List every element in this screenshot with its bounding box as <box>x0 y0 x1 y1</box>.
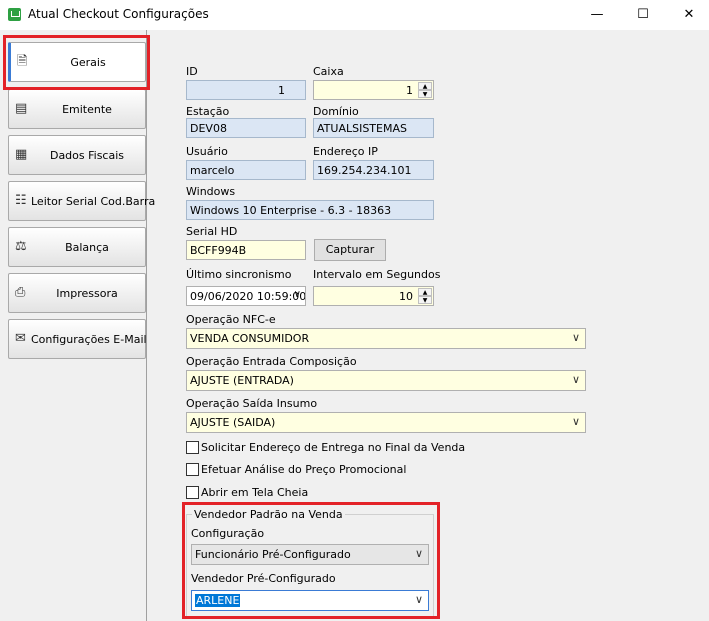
estacao-label: Estação <box>186 105 230 118</box>
sidebar-item-label: Configurações E-Mail <box>31 333 147 346</box>
window-title: Atual Checkout Configurações <box>28 7 209 21</box>
operacao-saida-select[interactable]: AJUSTE (SAIDA) ∨ <box>186 412 586 433</box>
sidebar-item-balanca[interactable]: ⚖ Balança <box>8 227 146 267</box>
sidebar-divider <box>146 30 147 621</box>
operacao-saida-label: Operação Saída Insumo <box>186 397 318 410</box>
email-icon: ✉ <box>15 331 26 346</box>
usuario-field[interactable]: marcelo <box>186 160 306 180</box>
tela-cheia-label[interactable]: Abrir em Tela Cheia <box>201 486 308 499</box>
sidebar-item-emitente[interactable]: ▤ Emitente <box>8 89 146 129</box>
printer-icon: ⎙ <box>15 285 26 300</box>
caixa-stepper[interactable]: 1 ▲ ▼ <box>313 80 434 100</box>
analise-preco-label[interactable]: Efetuar Análise do Preço Promocional <box>201 463 406 476</box>
operacao-entrada-label: Operação Entrada Composição <box>186 355 357 368</box>
operacao-nfce-label: Operação NFC-e <box>186 313 276 326</box>
operacao-entrada-value: AJUSTE (ENTRADA) <box>190 374 294 387</box>
serial-hd-field[interactable]: BCFF994B <box>186 240 306 260</box>
chevron-down-icon[interactable]: ∨ <box>294 289 301 300</box>
capturar-button[interactable]: Capturar <box>314 239 386 261</box>
barcode-scanner-icon: ☷ <box>15 193 27 208</box>
sidebar-item-label: Leitor Serial Cod.Barra <box>31 195 156 208</box>
minimize-button[interactable]: — <box>574 0 620 30</box>
ultimo-sincronismo-label: Último sincronismo <box>186 268 292 281</box>
sidebar-item-label: Balança <box>65 241 109 254</box>
highlight-box-vendedor <box>182 502 440 619</box>
sidebar-item-label: Impressora <box>56 287 118 300</box>
highlight-box-gerais <box>3 35 150 90</box>
operacao-entrada-select[interactable]: AJUSTE (ENTRADA) ∨ <box>186 370 586 391</box>
endereco-ip-label: Endereço IP <box>313 145 378 158</box>
close-button[interactable]: ✕ <box>666 0 709 30</box>
chevron-down-icon: ∨ <box>571 415 580 428</box>
scale-icon: ⚖ <box>15 239 27 254</box>
intervalo-value: 10 <box>399 290 413 303</box>
usuario-label: Usuário <box>186 145 228 158</box>
chevron-down-icon: ∨ <box>571 331 580 344</box>
usuario-value: marcelo <box>190 164 235 177</box>
intervalo-stepper[interactable]: 10 ▲ ▼ <box>313 286 434 306</box>
spin-up-icon[interactable]: ▲ <box>418 288 432 296</box>
sidebar-item-label: Emitente <box>62 103 112 116</box>
caixa-spin-buttons[interactable]: ▲ ▼ <box>418 82 432 98</box>
windows-label: Windows <box>186 185 236 198</box>
ultimo-sincronismo-datetime[interactable]: 09/06/2020 10:59:00 ∨ <box>186 286 306 306</box>
solicitar-endereco-label[interactable]: Solicitar Endereço de Entrega no Final d… <box>201 441 465 454</box>
title-bar: Atual Checkout Configurações — ☐ ✕ <box>0 0 709 30</box>
id-value: 1 <box>278 84 285 97</box>
caixa-label: Caixa <box>313 65 344 78</box>
intervalo-label: Intervalo em Segundos <box>313 268 441 281</box>
dominio-label: Domínio <box>313 105 359 118</box>
intervalo-spin-buttons[interactable]: ▲ ▼ <box>418 288 432 304</box>
chevron-down-icon: ∨ <box>571 373 580 386</box>
sidebar-item-configuracoes-email[interactable]: ✉ Configurações E-Mail <box>8 319 147 359</box>
sidebar-item-leitor-serial[interactable]: ☷ Leitor Serial Cod.Barra <box>8 181 156 221</box>
serial-hd-label: Serial HD <box>186 225 238 238</box>
sidebar-item-impressora[interactable]: ⎙ Impressora <box>8 273 146 313</box>
id-label: ID <box>186 65 198 78</box>
card-icon: ▤ <box>15 101 28 116</box>
close-icon: ✕ <box>683 7 695 22</box>
minimize-icon: — <box>590 7 604 22</box>
operacao-nfce-value: VENDA CONSUMIDOR <box>190 332 310 345</box>
cart-app-icon <box>8 8 21 21</box>
sidebar-item-dados-fiscais[interactable]: ▦ Dados Fiscais <box>8 135 146 175</box>
endereco-ip-field[interactable]: 169.254.234.101 <box>313 160 434 180</box>
windows-value: Windows 10 Enterprise - 6.3 - 18363 <box>190 204 392 217</box>
dominio-value: ATUALSISTEMAS <box>317 122 407 135</box>
estacao-field[interactable]: DEV08 <box>186 118 306 138</box>
sidebar-item-label: Dados Fiscais <box>49 149 125 162</box>
spin-down-icon[interactable]: ▼ <box>418 296 432 304</box>
ultimo-sincronismo-value: 09/06/2020 10:59:00 <box>190 290 306 303</box>
maximize-icon: ☐ <box>637 7 649 22</box>
serial-hd-value: BCFF994B <box>190 244 247 257</box>
windows-field[interactable]: Windows 10 Enterprise - 6.3 - 18363 <box>186 200 434 220</box>
operacao-nfce-select[interactable]: VENDA CONSUMIDOR ∨ <box>186 328 586 349</box>
maximize-button[interactable]: ☐ <box>620 0 666 30</box>
dominio-field[interactable]: ATUALSISTEMAS <box>313 118 434 138</box>
solicitar-endereco-checkbox[interactable] <box>186 441 199 454</box>
spin-up-icon[interactable]: ▲ <box>418 82 432 90</box>
cash-register-icon: ▦ <box>15 147 28 162</box>
caixa-value: 1 <box>406 84 413 97</box>
id-field[interactable]: 1 <box>186 80 306 100</box>
analise-preco-checkbox[interactable] <box>186 463 199 476</box>
operacao-saida-value: AJUSTE (SAIDA) <box>190 416 276 429</box>
tela-cheia-checkbox[interactable] <box>186 486 199 499</box>
estacao-value: DEV08 <box>190 122 227 135</box>
endereco-ip-value: 169.254.234.101 <box>317 164 412 177</box>
spin-down-icon[interactable]: ▼ <box>418 90 432 98</box>
